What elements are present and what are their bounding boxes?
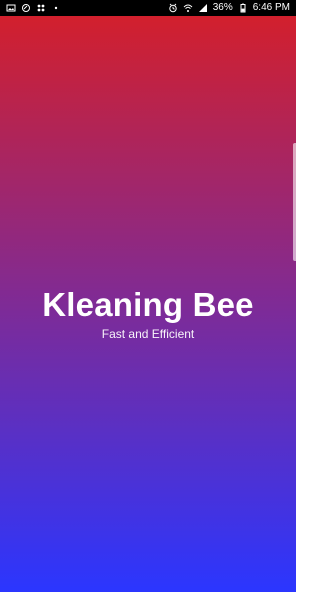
- splash-center: Kleaning Bee Fast and Efficient: [0, 286, 296, 342]
- app-title: Kleaning Bee: [42, 286, 254, 323]
- app-subtitle: Fast and Efficient: [101, 327, 195, 341]
- wifi-icon: [183, 3, 193, 13]
- status-left-icons: [6, 3, 61, 13]
- splash-screen: 36% 6:46 PM Kleaning Bee Fast and Effici…: [0, 0, 296, 592]
- battery-icon: [238, 3, 248, 13]
- gallery-icon: [6, 3, 16, 13]
- dots-icon: [51, 3, 61, 13]
- edge-panel-handle[interactable]: [293, 143, 296, 261]
- status-right-icons: 36% 6:46 PM: [168, 3, 290, 13]
- alarm-icon: [168, 3, 178, 13]
- clock: 6:46 PM: [252, 2, 290, 13]
- status-bar: 36% 6:46 PM: [0, 0, 296, 16]
- signal-icon: [198, 3, 208, 13]
- app-grid-icon: [36, 3, 46, 13]
- screen-record-icon: [21, 3, 31, 13]
- battery-percent: 36%: [212, 2, 233, 13]
